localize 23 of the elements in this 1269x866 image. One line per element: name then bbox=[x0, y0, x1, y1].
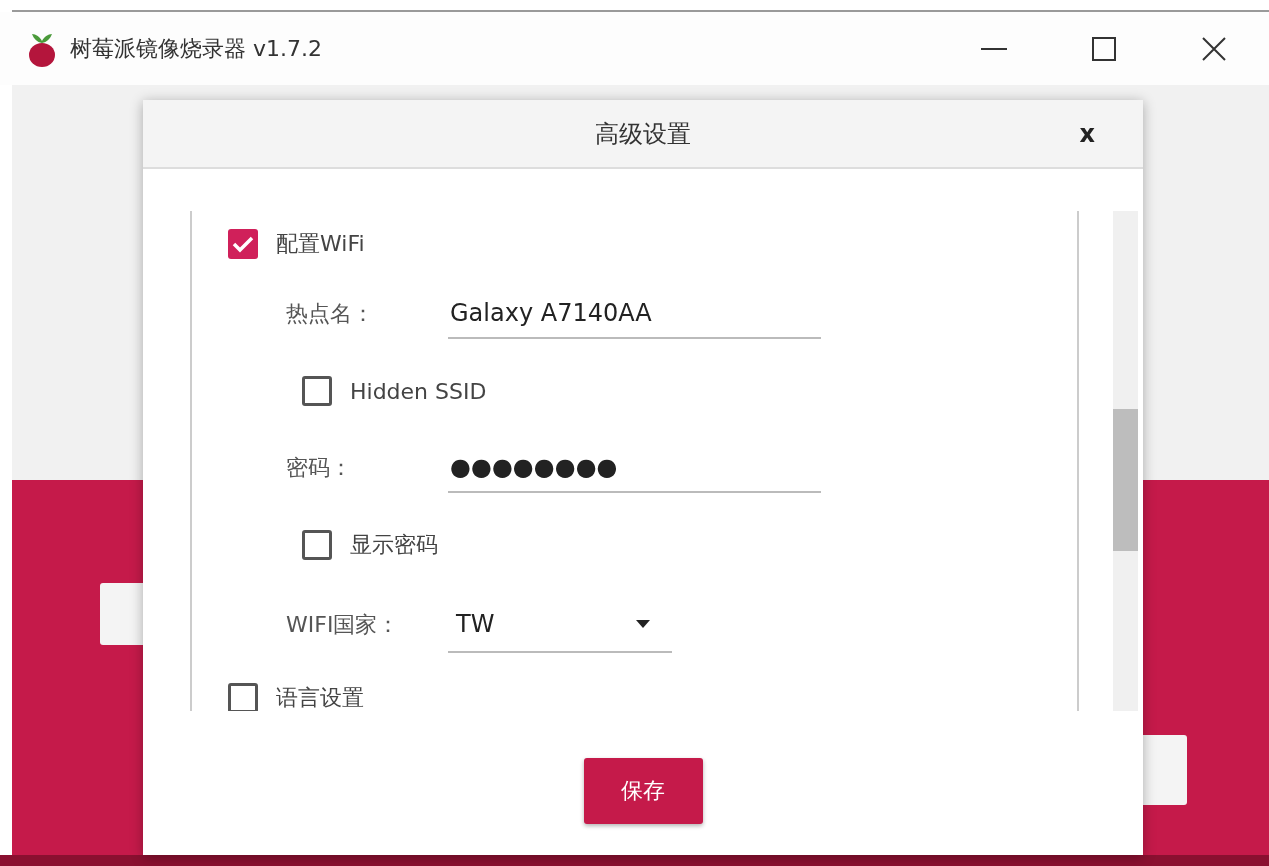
input-field[interactable]: Galaxy A7140AA bbox=[448, 289, 821, 339]
maximize-icon bbox=[1092, 36, 1116, 61]
field-label: 密码： bbox=[286, 454, 353, 482]
checkbox-label: 语言设置 bbox=[276, 684, 364, 711]
checkbox[interactable] bbox=[302, 530, 332, 560]
field-label: WIFI国家： bbox=[286, 611, 401, 639]
scrollbar-thumb[interactable] bbox=[1113, 409, 1138, 551]
checkbox-label: Hidden SSID bbox=[350, 378, 487, 404]
checkbox[interactable] bbox=[228, 683, 258, 711]
input-field[interactable]: ●●●●●●●● bbox=[448, 443, 821, 493]
close-button[interactable]: x bbox=[1075, 120, 1099, 148]
save-button[interactable]: 保存 bbox=[583, 758, 703, 824]
field-label: 热点名： bbox=[286, 300, 375, 328]
caret-icon bbox=[636, 620, 650, 628]
dropdown[interactable]: TW bbox=[448, 597, 672, 653]
checkbox[interactable] bbox=[228, 229, 258, 259]
checkbox-label: 配置WiFi bbox=[276, 230, 365, 258]
minimize-icon bbox=[981, 47, 1007, 50]
window-title: 树莓派镜像烧录器 v1.7.2 bbox=[70, 34, 323, 63]
checkbox[interactable] bbox=[302, 376, 332, 406]
close-icon bbox=[1202, 36, 1226, 61]
checkbox-label: 显示密码 bbox=[350, 531, 438, 559]
dialog-title: 高级设置 bbox=[595, 118, 691, 150]
